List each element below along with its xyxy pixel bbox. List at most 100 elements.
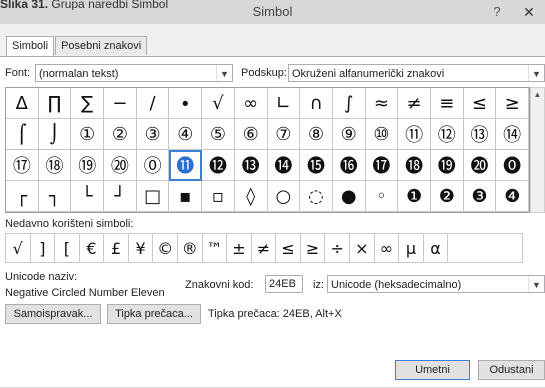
symbol-cell[interactable]: ⑭ bbox=[496, 119, 529, 150]
symbol-cell[interactable]: Δ bbox=[6, 88, 39, 119]
recent-symbol-cell[interactable]: × bbox=[350, 234, 375, 262]
symbol-cell[interactable]: ○ bbox=[267, 181, 301, 212]
recent-symbol-cell[interactable]: ≤ bbox=[276, 234, 301, 262]
symbol-cell[interactable]: ❹ bbox=[496, 181, 529, 212]
symbol-cell[interactable]: ⑧ bbox=[300, 119, 333, 150]
symbol-cell[interactable]: ▫ bbox=[202, 181, 235, 212]
subset-select[interactable]: Okruženi alfanumerički znakovi ▼ bbox=[288, 64, 545, 82]
symbol-cell[interactable]: ∕ bbox=[136, 88, 170, 119]
symbol-cell[interactable]: ⑫ bbox=[430, 119, 464, 150]
symbol-cell[interactable]: ⓭ bbox=[234, 150, 268, 181]
symbol-cell[interactable]: ∙ bbox=[169, 88, 203, 119]
recent-symbol-cell[interactable]: ∞ bbox=[375, 234, 400, 262]
symbol-cell[interactable]: ≈ bbox=[365, 88, 399, 119]
recent-symbol-cell[interactable]: ™ bbox=[203, 234, 228, 262]
symbol-cell[interactable]: ⑳ bbox=[104, 150, 137, 181]
symbol-cell[interactable]: ⓿ bbox=[496, 150, 529, 181]
insert-button[interactable]: Umetni bbox=[395, 360, 470, 380]
symbol-cell[interactable]: ≠ bbox=[398, 88, 431, 119]
symbol-cell[interactable]: ⑤ bbox=[202, 119, 235, 150]
symbol-cell[interactable]: √ bbox=[202, 88, 235, 119]
symbol-cell[interactable]: ┐ bbox=[38, 181, 72, 212]
cancel-button[interactable]: Odustani bbox=[478, 360, 545, 380]
recent-symbol-cell[interactable]: √ bbox=[6, 234, 31, 262]
symbol-cell[interactable]: ⓰ bbox=[332, 150, 366, 181]
font-select[interactable]: (normalan tekst) ▼ bbox=[35, 64, 233, 82]
symbol-cell[interactable]: ⓴ bbox=[463, 150, 497, 181]
symbol-cell[interactable]: ∞ bbox=[234, 88, 268, 119]
recent-symbol-cell[interactable]: ± bbox=[227, 234, 252, 262]
chevron-down-icon[interactable]: ▼ bbox=[528, 276, 544, 292]
symbol-cell[interactable]: ● bbox=[332, 181, 366, 212]
symbol-cell[interactable]: ◌ bbox=[300, 181, 333, 212]
grid-scrollbar[interactable]: ▲ bbox=[530, 87, 545, 213]
shortcut-key-button[interactable]: Tipka prečaca... bbox=[107, 304, 201, 324]
autocorrect-button[interactable]: Samoispravak... bbox=[5, 304, 101, 324]
symbol-cell[interactable]: ❶ bbox=[398, 181, 431, 212]
symbol-cell[interactable]: ⓮ bbox=[267, 150, 301, 181]
recent-symbol-cell[interactable]: ® bbox=[178, 234, 203, 262]
symbol-cell[interactable]: ∑ bbox=[71, 88, 105, 119]
chevron-down-icon[interactable]: ▼ bbox=[216, 65, 232, 81]
symbol-cell[interactable]: ④ bbox=[169, 119, 203, 150]
close-button[interactable]: ✕ bbox=[513, 0, 545, 24]
symbol-cell[interactable]: ⓱ bbox=[365, 150, 399, 181]
recent-symbol-cell[interactable]: ≠ bbox=[252, 234, 277, 262]
recent-symbol-cell[interactable]: ¥ bbox=[129, 234, 154, 262]
symbol-cell[interactable]: ⓬ bbox=[202, 150, 235, 181]
symbol-cell[interactable]: ∟ bbox=[267, 88, 301, 119]
symbol-cell[interactable]: ◊ bbox=[234, 181, 268, 212]
symbol-cell[interactable]: ⑲ bbox=[71, 150, 105, 181]
scroll-up-icon[interactable]: ▲ bbox=[531, 88, 544, 102]
symbol-cell[interactable]: ⑪ bbox=[398, 119, 431, 150]
symbol-cell[interactable]: ⑥ bbox=[234, 119, 268, 150]
recent-symbol-cell[interactable]: £ bbox=[104, 234, 129, 262]
tab-special-characters[interactable]: Posebni znakovi bbox=[55, 36, 148, 55]
symbol-cell[interactable]: ◦ bbox=[365, 181, 399, 212]
symbol-cell[interactable]: ② bbox=[104, 119, 137, 150]
symbol-cell[interactable]: ⑦ bbox=[267, 119, 301, 150]
symbol-cell[interactable]: ⓯ bbox=[300, 150, 333, 181]
symbol-cell[interactable]: ≤ bbox=[463, 88, 497, 119]
chevron-down-icon[interactable]: ▼ bbox=[528, 65, 544, 81]
symbol-cell[interactable]: ❸ bbox=[463, 181, 497, 212]
symbol-cell[interactable]: ┘ bbox=[104, 181, 137, 212]
symbol-cell[interactable]: ▪ bbox=[169, 181, 203, 212]
recent-symbol-cell[interactable]: [ bbox=[55, 234, 80, 262]
symbol-cell[interactable]: ∫ bbox=[332, 88, 366, 119]
symbol-grid[interactable]: Δ ∏ ∑ − ∕ ∙ √ ∞ ∟ ∩ ∫ ≈ ≠ ≡ ≤ ≥ ⌠ ⌡ ① ② ③ ④ ⑤ ⑥ ⑦ ⑧ ⑨ ⑩ ⑪ ⑫ ⑬ ⑭ ⑰ ⑱ ⑲ ⑳ ⓪ ⓫ ⓬ ⓭… bbox=[5, 87, 530, 213]
tab-symbols[interactable]: Simboli bbox=[6, 36, 55, 56]
from-select[interactable]: Unicode (heksadecimalno) ▼ bbox=[327, 275, 545, 293]
symbol-cell[interactable]: ≡ bbox=[430, 88, 464, 119]
symbol-cell[interactable]: ⑬ bbox=[463, 119, 497, 150]
symbol-cell[interactable]: └ bbox=[71, 181, 105, 212]
symbol-cell[interactable]: ⓲ bbox=[398, 150, 431, 181]
char-code-input[interactable]: 24EB bbox=[265, 275, 303, 293]
recent-symbol-cell[interactable]: © bbox=[153, 234, 178, 262]
symbol-cell[interactable]: ⌡ bbox=[38, 119, 72, 150]
symbol-cell[interactable]: ⑩ bbox=[365, 119, 399, 150]
symbol-cell[interactable]: ⌠ bbox=[6, 119, 39, 150]
symbol-cell[interactable]: − bbox=[104, 88, 137, 119]
recent-symbol-cell[interactable]: ] bbox=[31, 234, 56, 262]
symbol-cell[interactable]: ⑨ bbox=[332, 119, 366, 150]
recent-symbol-cell[interactable]: ÷ bbox=[325, 234, 350, 262]
symbol-cell[interactable]: ① bbox=[71, 119, 105, 150]
recent-symbols-grid[interactable]: √][€ £ ¥ © ® ™ ± ≠ ≤ ≥ ÷ × ∞ µ α bbox=[5, 233, 523, 263]
symbol-cell[interactable]: ⑰ bbox=[6, 150, 39, 181]
recent-symbol-cell[interactable]: µ bbox=[399, 234, 424, 262]
symbol-cell[interactable]: ≥ bbox=[496, 88, 529, 119]
recent-symbol-cell[interactable]: ≥ bbox=[301, 234, 326, 262]
symbol-cell[interactable]: ③ bbox=[136, 119, 170, 150]
symbol-cell[interactable]: ┌ bbox=[6, 181, 39, 212]
symbol-cell[interactable]: ⓳ bbox=[430, 150, 464, 181]
selected-symbol-cell[interactable]: ⓫ bbox=[169, 150, 203, 181]
recent-symbol-cell[interactable]: € bbox=[80, 234, 105, 262]
symbol-cell[interactable]: ⓪ bbox=[136, 150, 170, 181]
symbol-cell[interactable]: ⑱ bbox=[38, 150, 72, 181]
help-button[interactable]: ? bbox=[489, 0, 505, 24]
symbol-cell[interactable]: ∏ bbox=[38, 88, 72, 119]
recent-symbol-cell[interactable]: α bbox=[424, 234, 449, 262]
symbol-cell[interactable]: □ bbox=[136, 181, 170, 212]
symbol-cell[interactable]: ∩ bbox=[300, 88, 333, 119]
